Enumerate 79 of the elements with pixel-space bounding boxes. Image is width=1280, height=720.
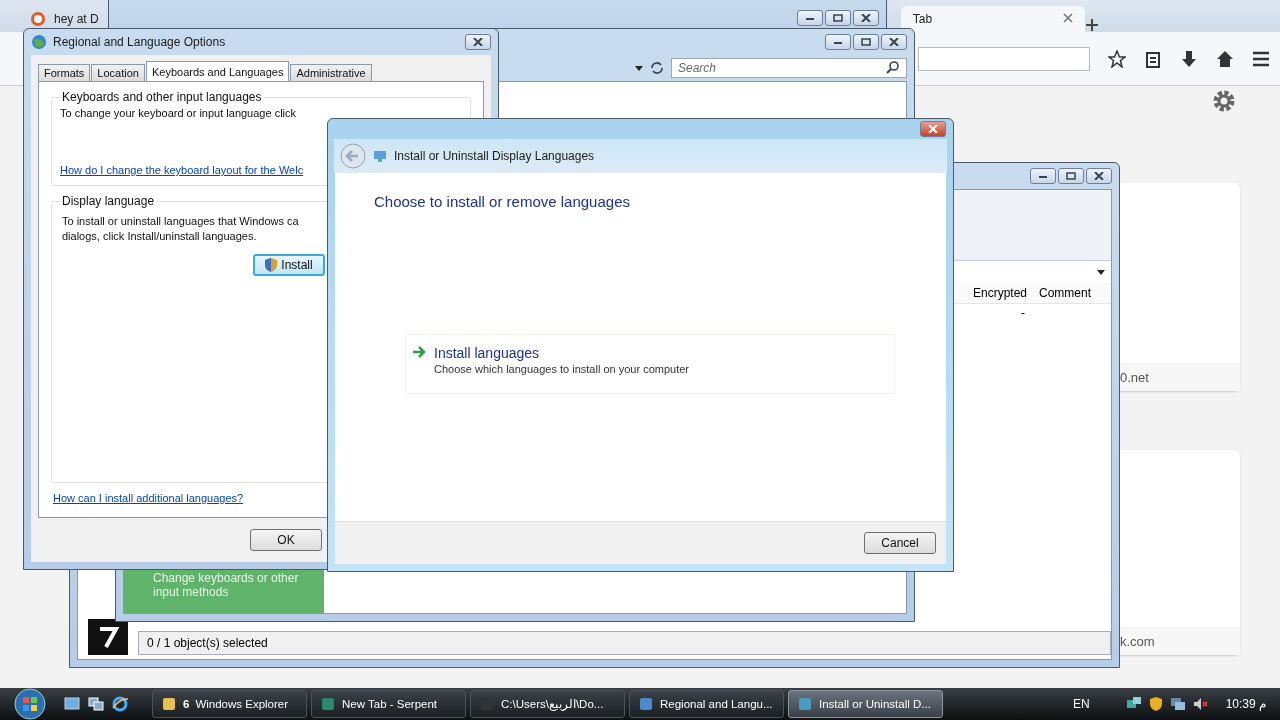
close-icon xyxy=(1062,13,1073,23)
language-indicator[interactable]: EN xyxy=(1072,697,1090,711)
minimize-button[interactable] xyxy=(825,34,851,50)
close-icon xyxy=(928,125,938,133)
dialog-tab[interactable]: Formats xyxy=(38,64,91,81)
minimize-icon xyxy=(833,39,843,45)
close-icon xyxy=(473,38,483,46)
minimize-icon xyxy=(805,15,815,21)
star-icon xyxy=(1108,49,1126,68)
close-icon xyxy=(1094,172,1104,180)
search-placeholder: Search xyxy=(678,61,717,75)
clock[interactable]: 10:39 م xyxy=(1225,697,1266,711)
maximize-icon xyxy=(833,14,843,22)
status-bar: 0 / 1 object(s) selected xyxy=(138,631,1111,655)
muted-speaker-icon xyxy=(1191,696,1208,712)
refresh-icon xyxy=(649,60,665,76)
download-icon xyxy=(1180,49,1198,68)
monitor-icon xyxy=(372,148,388,164)
instruction-text: To change your keyboard or input language click xyxy=(60,106,298,121)
dialog-tab[interactable]: Keyboards and Languages xyxy=(145,61,290,81)
browser-tab[interactable]: hey at D xyxy=(18,6,111,32)
option-title: Install languages xyxy=(434,345,541,361)
maximize-button[interactable] xyxy=(853,34,879,50)
window-title: Regional and Language Options xyxy=(53,35,226,49)
arrow-right-icon xyxy=(412,345,426,359)
option-description: Choose which languages to install on your computer xyxy=(434,363,689,375)
menu-icon xyxy=(1252,49,1270,68)
taskbar-button[interactable]: Install or Uninstall D... xyxy=(788,690,943,718)
close-icon xyxy=(861,14,871,22)
url-field[interactable] xyxy=(918,46,1090,71)
plus-icon xyxy=(1084,18,1099,32)
minimize-button[interactable] xyxy=(1030,168,1056,184)
minimize-button[interactable] xyxy=(797,10,823,26)
close-button[interactable] xyxy=(853,10,879,26)
search-field[interactable]: Search xyxy=(671,58,907,78)
maximize-button[interactable] xyxy=(1058,168,1084,184)
ok-button[interactable]: OK xyxy=(250,529,322,551)
install-button[interactable]: Install xyxy=(253,254,325,276)
column-header[interactable]: Comment xyxy=(1039,286,1091,300)
taskbar-button[interactable]: 6 Windows Explorer xyxy=(152,690,307,718)
install-option[interactable]: Install languages Choose which languages to install on your computer xyxy=(405,334,895,394)
close-button[interactable] xyxy=(881,34,907,50)
home-icon xyxy=(1216,49,1234,68)
cancel-button[interactable]: Cancel xyxy=(864,532,936,554)
close-button[interactable] xyxy=(1086,168,1112,184)
maximize-icon xyxy=(1066,172,1076,180)
help-link[interactable]: How do I change the keyboard layout for the Welc xyxy=(60,164,304,176)
monitor-icon xyxy=(1169,696,1186,712)
window-title: Install or Uninstall Display Languages xyxy=(394,149,595,163)
shield-icon xyxy=(265,258,278,272)
dropdown-arrow-icon xyxy=(1097,269,1105,275)
page-heading: Choose to install or remove languages xyxy=(374,193,631,210)
table-cell: - xyxy=(1021,306,1025,320)
dropdown-arrow-icon xyxy=(635,65,643,71)
clipboard-icon xyxy=(1144,49,1162,68)
shield-icon xyxy=(1147,696,1164,712)
close-button[interactable] xyxy=(920,121,946,137)
minimize-icon xyxy=(1038,173,1048,179)
gear-icon xyxy=(1211,88,1237,114)
maximize-icon xyxy=(861,38,871,46)
archive-logo-icon xyxy=(88,619,128,655)
close-button[interactable] xyxy=(465,34,491,50)
windows-icon xyxy=(88,696,104,712)
dialog-tab[interactable]: Location xyxy=(91,64,145,81)
close-icon xyxy=(889,38,899,46)
search-icon xyxy=(886,59,900,74)
help-link[interactable]: How can I install additional languages? xyxy=(53,492,244,504)
column-header[interactable]: Encrypted xyxy=(972,286,1027,300)
group-title: Keyboards and other input languages xyxy=(61,90,263,104)
browser-tab[interactable]: Tab xyxy=(900,6,1085,32)
group-title: Display language xyxy=(61,194,156,208)
dialog-tab[interactable]: Administrative xyxy=(290,64,372,81)
instruction-text: To install or uninstall languages that Windows ca dialogs, click Install/uninstall languages. xyxy=(61,214,300,244)
taskbar-button[interactable]: C:\Users\الربيع\Do... xyxy=(470,690,625,718)
taskbar-button[interactable]: New Tab - Serpent xyxy=(311,690,466,718)
taskbar-button[interactable]: Regional and Langu... xyxy=(629,690,784,718)
maximize-button[interactable] xyxy=(825,10,851,26)
desktop-icon xyxy=(64,696,80,712)
browser-icon xyxy=(112,696,128,712)
